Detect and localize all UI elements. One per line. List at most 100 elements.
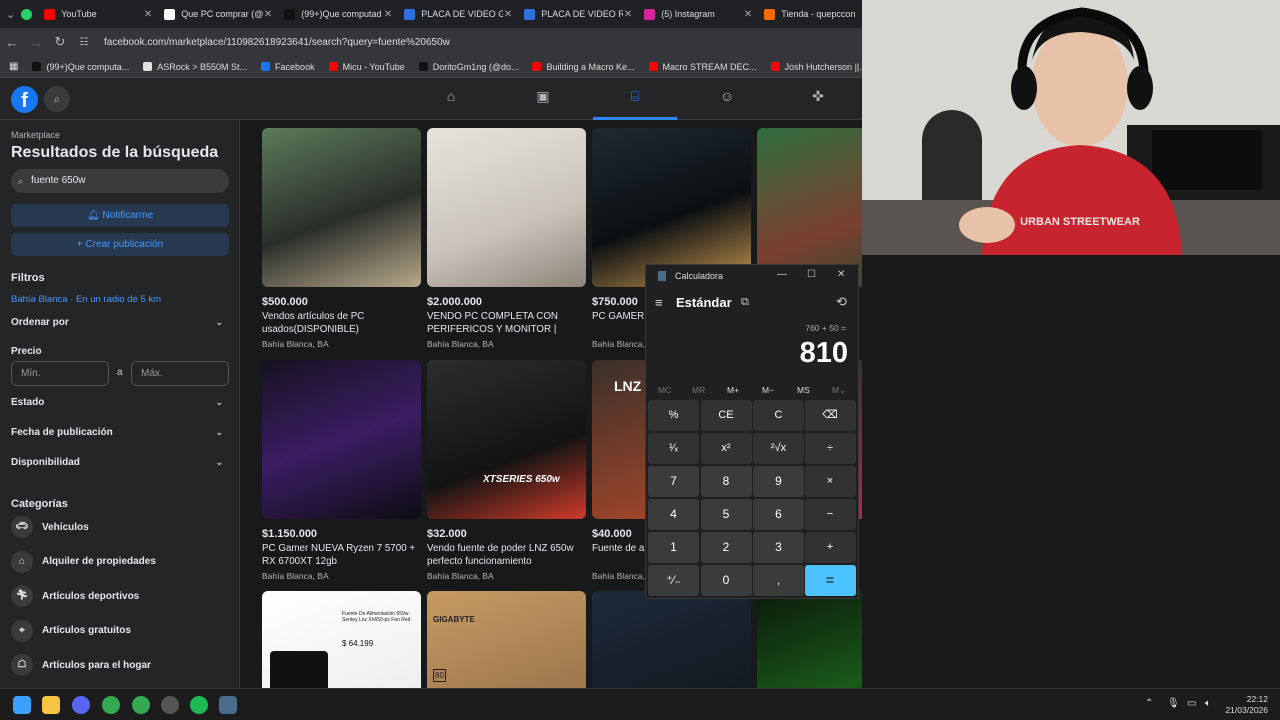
bookmark-item[interactable]: Macro STREAM DEC... — [648, 62, 757, 72]
calc-key[interactable]: 5 — [700, 499, 752, 530]
close-tab-icon[interactable]: ✕ — [144, 9, 152, 20]
chrome-icon[interactable] — [102, 696, 120, 714]
calc-key[interactable]: + — [804, 532, 856, 563]
calc-key[interactable]: ²√x — [753, 433, 804, 464]
category-item[interactable]: 🏃︎ Artículos deportivos — [11, 585, 139, 607]
bookmark-item[interactable]: Micu - YouTube — [328, 62, 405, 72]
browser-tab[interactable]: Tienda - quepccon✕ — [758, 0, 878, 28]
back-arrow-icon[interactable]: ← — [0, 35, 24, 50]
start-windows-icon[interactable] — [13, 696, 31, 714]
listing-image[interactable]: GIGABYTE 80 — [427, 591, 586, 688]
bookmark-item[interactable]: DoritoGm1ng (@do... — [418, 62, 518, 72]
notify-button[interactable]: 🔔︎ Notificarme — [11, 204, 229, 227]
discord-icon[interactable] — [72, 696, 90, 714]
calc-key[interactable]: = — [804, 565, 856, 596]
date-dropdown[interactable]: Fecha de publicación ⌄ — [11, 427, 229, 438]
microphone-icon[interactable]: 🎙︎ — [1167, 698, 1180, 709]
calc-key[interactable]: − — [804, 499, 856, 530]
browser-tab[interactable]: (5) Instagram ✕ — [638, 0, 758, 28]
url-text[interactable]: facebook.com/marketplace/110982618923641… — [104, 37, 450, 48]
bookmark-item[interactable]: (99+)Que computa... — [32, 62, 129, 72]
listing-card[interactable]: GIGABYTE 80 — [427, 591, 586, 688]
location-filter-link[interactable]: Bahía Blanca · En un radio de 5 km — [11, 294, 161, 305]
create-listing-button[interactable]: + Crear publicación — [11, 233, 229, 256]
calc-key[interactable]: 7 — [648, 466, 699, 497]
sort-dropdown[interactable]: Ordenar por ⌄ — [11, 317, 229, 328]
listing-card[interactable]: XTSERIES 650w $32.000 Vendo fuente de pod… — [427, 360, 586, 581]
listing-image[interactable] — [757, 591, 862, 688]
breadcrumb[interactable]: Marketplace — [11, 130, 60, 140]
listing-card[interactable]: $1.150.000 PC Gamer NUEVA Ryzen 7 5700 +… — [262, 360, 421, 581]
calc-key[interactable]: 6 — [753, 499, 804, 530]
calculator-titlebar[interactable]: Calculadora — ☐ ✕ — [646, 265, 858, 287]
history-icon[interactable]: ⟲ — [836, 294, 847, 310]
calc-key[interactable]: × — [804, 466, 856, 497]
state-dropdown[interactable]: Estado ⌄ — [11, 397, 229, 408]
calc-key[interactable]: 3 — [753, 532, 804, 563]
calc-key[interactable]: C — [753, 400, 804, 431]
tab-whatsapp[interactable] — [21, 0, 38, 28]
gaming-nav-icon[interactable]: ✜ — [808, 88, 828, 108]
volume-icon[interactable]: 🔈︎ — [1205, 698, 1211, 709]
listing-card[interactable]: $500.000 Vendos artículos de PC usados(D… — [262, 128, 421, 349]
bookmark-item[interactable]: Josh Hutcherson ||... — [770, 62, 867, 72]
memory-button[interactable]: MC — [658, 385, 671, 395]
browser-tab[interactable]: Que PC comprar (@ ✕ — [158, 0, 278, 28]
close-tab-icon[interactable]: ✕ — [504, 9, 512, 20]
memory-button[interactable]: M− — [762, 385, 774, 395]
groups-nav-icon[interactable]: ☺ — [717, 88, 737, 108]
bookmark-item[interactable]: ASRock > B550M St... — [143, 62, 247, 72]
spotify-icon[interactable] — [190, 696, 208, 714]
listing-card[interactable]: $2.000.000 VENDO PC COMPLETA CON PERIFER… — [427, 128, 586, 349]
calc-key[interactable]: CE — [700, 400, 752, 431]
listing-card[interactable] — [757, 591, 862, 688]
close-tab-icon[interactable]: ✕ — [744, 9, 752, 20]
category-item[interactable]: 🚗︎ Vehículos — [11, 516, 89, 538]
search-input[interactable]: ⌕ fuente 650w — [11, 169, 229, 193]
listing-image[interactable]: Fuente De Alimentación 650w Sentey Lnz X… — [262, 591, 421, 688]
listing-image[interactable] — [427, 128, 586, 287]
listing-card[interactable] — [592, 591, 751, 688]
listing-image[interactable] — [262, 360, 421, 519]
browser-tab[interactable]: PLACA DE VIDEO RA ✕ — [518, 0, 638, 28]
memory-button[interactable]: MS — [797, 385, 810, 395]
tray-chevron-icon[interactable]: ⌃ — [1145, 698, 1153, 709]
memory-button[interactable]: M⌄ — [832, 385, 846, 396]
listing-card[interactable]: Fuente De Alimentación 650w Sentey Lnz X… — [262, 591, 421, 688]
calc-key[interactable]: 9 — [753, 466, 804, 497]
calc-key[interactable]: 0 — [700, 565, 752, 596]
video-nav-icon[interactable]: ▣ — [533, 88, 553, 108]
keep-on-top-icon[interactable]: ⧉ — [741, 296, 749, 309]
browser-tab[interactable]: YouTube ✕ — [38, 0, 158, 28]
bookmark-item[interactable]: Building a Macro Ke... — [532, 62, 635, 72]
memory-button[interactable]: MR — [692, 385, 705, 395]
calc-key[interactable]: 8 — [700, 466, 752, 497]
site-info-icon[interactable]: ☷ — [72, 37, 96, 48]
calc-key[interactable]: 2 — [700, 532, 752, 563]
calc-key[interactable]: ⁺⁄₋ — [648, 565, 699, 596]
maximize-icon[interactable]: ☐ — [807, 269, 816, 280]
forward-arrow-icon[interactable]: → — [24, 35, 48, 50]
price-min-input[interactable]: Mín. — [11, 361, 109, 386]
close-tab-icon[interactable]: ✕ — [624, 9, 632, 20]
marketplace-nav-icon[interactable]: ⌸ — [625, 88, 645, 108]
calculator-taskbar-icon[interactable] — [219, 696, 237, 714]
listing-image[interactable] — [592, 591, 751, 688]
listing-image[interactable] — [262, 128, 421, 287]
category-item[interactable]: ☖ Artículos para el hogar — [11, 654, 151, 676]
calc-key[interactable]: 1 — [648, 532, 699, 563]
reload-icon[interactable]: ↻ — [48, 34, 72, 50]
calc-key[interactable]: ⌫ — [804, 400, 856, 431]
calc-key[interactable]: % — [648, 400, 699, 431]
close-tab-icon[interactable]: ✕ — [384, 9, 392, 20]
availability-dropdown[interactable]: Disponibilidad ⌄ — [11, 457, 229, 468]
browser-tab[interactable]: (99+)Que computad ✕ — [278, 0, 398, 28]
calc-key[interactable]: , — [753, 565, 804, 596]
category-item[interactable]: ⌂ Alquiler de propiedades — [11, 550, 156, 573]
home-nav-icon[interactable]: ⌂ — [441, 88, 461, 108]
calc-key[interactable]: x² — [700, 433, 752, 464]
calc-key[interactable]: ¹⁄ₓ — [648, 433, 699, 464]
menu-icon[interactable]: ≡ — [655, 295, 663, 310]
tab-search-chevron-icon[interactable]: ⌄ — [6, 4, 15, 24]
minimize-icon[interactable]: — — [777, 269, 787, 280]
